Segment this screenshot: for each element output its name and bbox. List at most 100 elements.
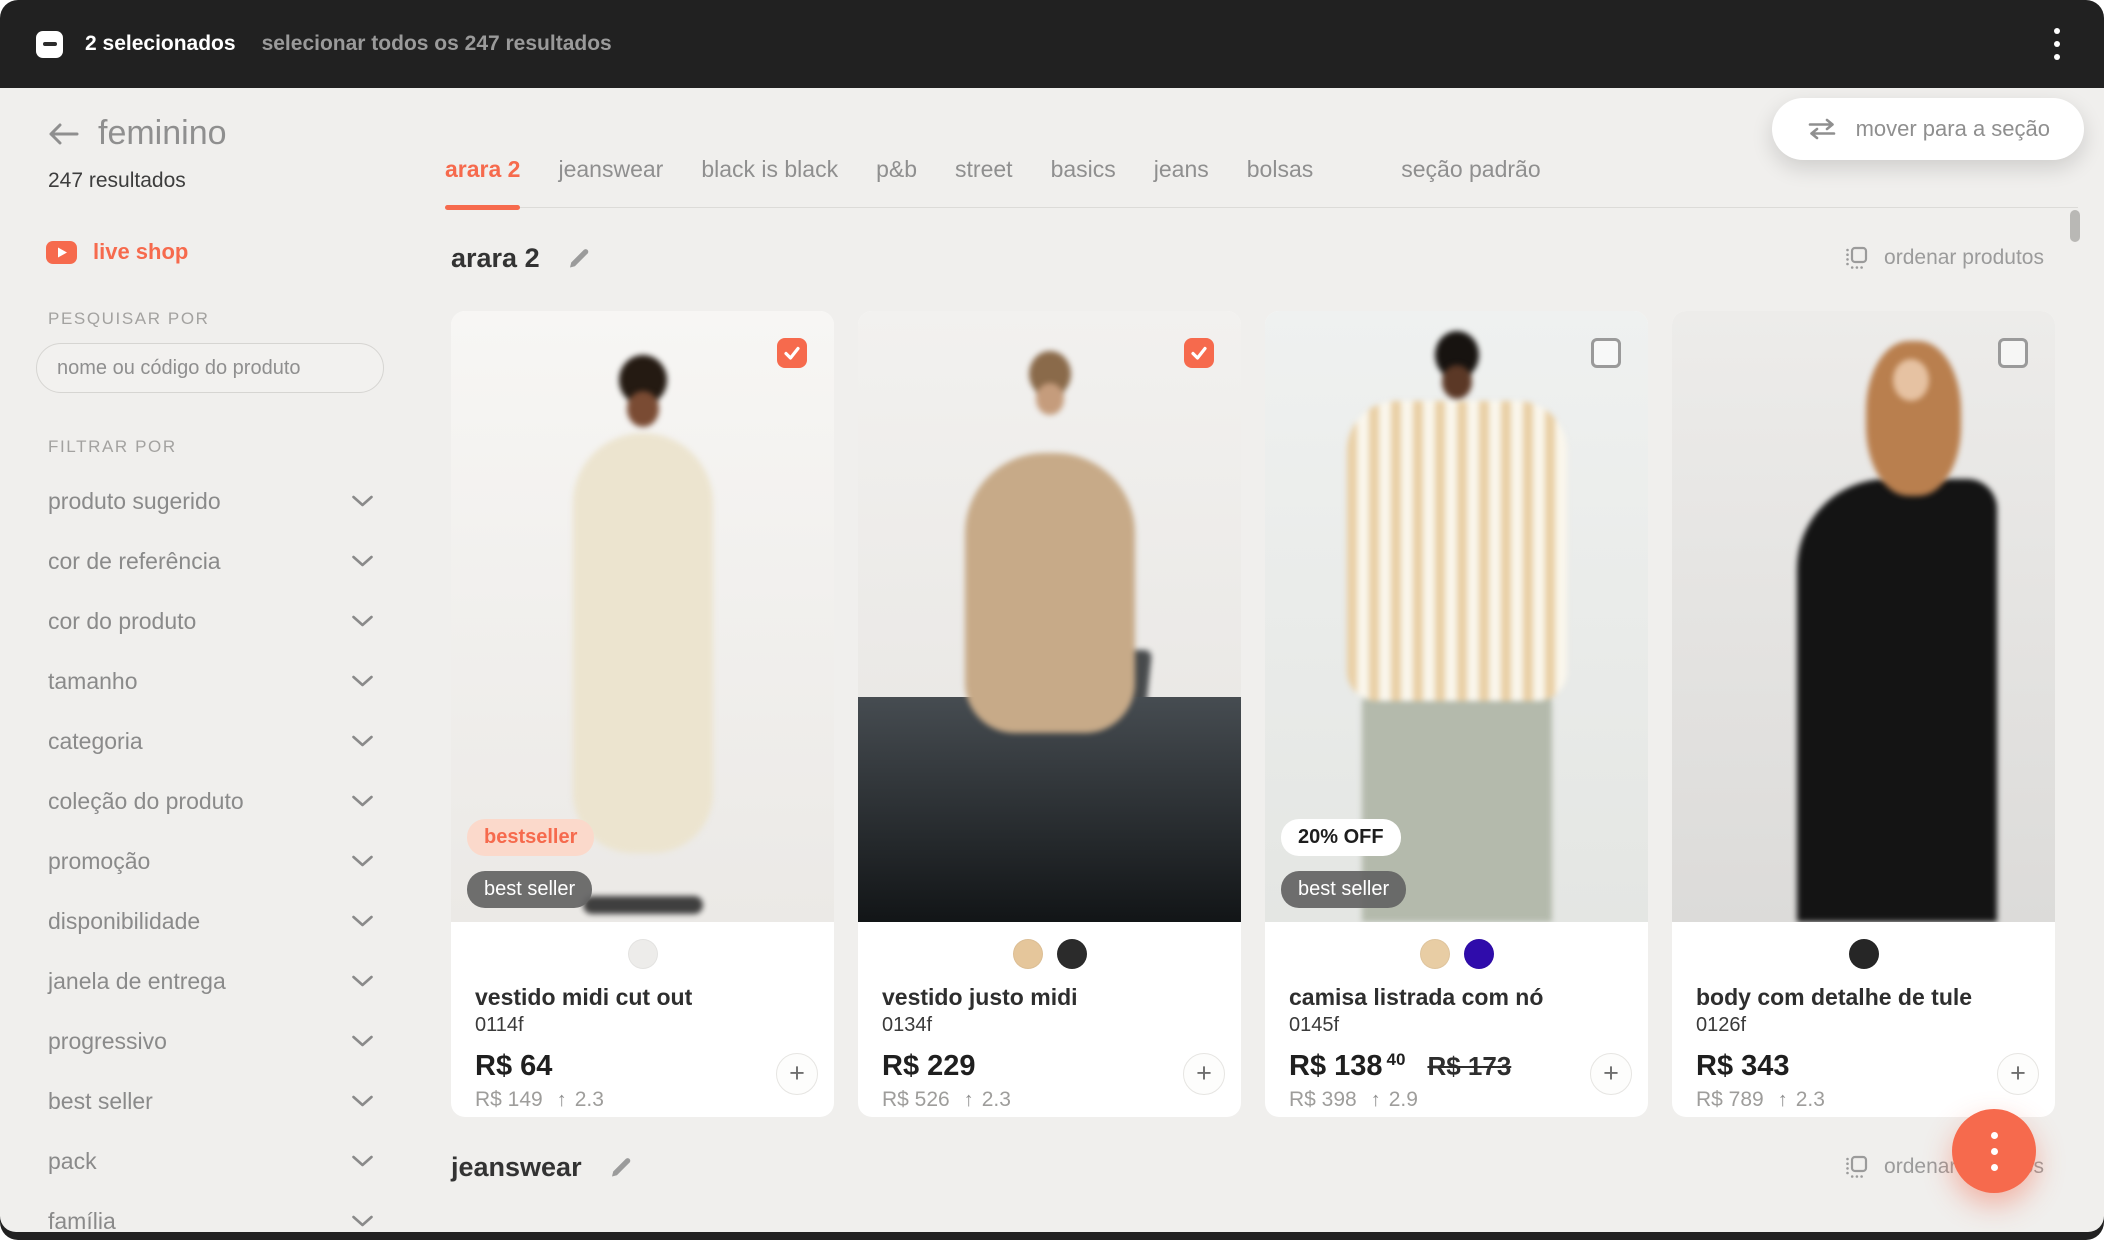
color-swatch[interactable] bbox=[1464, 939, 1494, 969]
product-checkbox[interactable] bbox=[1184, 338, 1214, 368]
filter-tamanho[interactable]: tamanho bbox=[36, 651, 386, 711]
product-code: 0126f bbox=[1696, 1014, 2031, 1037]
add-product-button[interactable]: + bbox=[1590, 1053, 1632, 1095]
live-shop-icon bbox=[46, 241, 77, 264]
add-product-button[interactable]: + bbox=[1997, 1053, 2039, 1095]
filter-section-label: FILTRAR POR bbox=[48, 437, 386, 457]
product-card[interactable]: best sellerbestseller vestido midi cut o… bbox=[451, 311, 834, 1117]
results-count: 247 resultados bbox=[48, 169, 386, 193]
compare-price: R$ 789 bbox=[1696, 1088, 1764, 1112]
product-code: 0134f bbox=[882, 1014, 1217, 1037]
filter-categoria[interactable]: categoria bbox=[36, 711, 386, 771]
filter-label: pack bbox=[48, 1148, 97, 1175]
color-swatch[interactable] bbox=[1420, 939, 1450, 969]
growth-value: 2.3 bbox=[1796, 1088, 1825, 1112]
product-info: body com detalhe de tule 0126f R$ 343 R$… bbox=[1672, 922, 2055, 1117]
chevron-down-icon bbox=[351, 914, 374, 928]
product-card[interactable]: body com detalhe de tule 0126f R$ 343 R$… bbox=[1672, 311, 2055, 1117]
select-all-checkbox[interactable] bbox=[36, 31, 63, 58]
indeterminate-minus-icon bbox=[43, 42, 57, 46]
chevron-down-icon bbox=[351, 1154, 374, 1168]
filter-janela-de-entrega[interactable]: janela de entrega bbox=[36, 951, 386, 1011]
product-code: 0114f bbox=[475, 1014, 810, 1037]
product-checkbox[interactable] bbox=[777, 338, 807, 368]
swap-icon bbox=[1806, 118, 1838, 140]
badge-list: best seller20% OFF bbox=[1281, 819, 1406, 908]
move-to-section-button[interactable]: mover para a seção bbox=[1772, 98, 2084, 160]
app-window: 2 selecionados selecionar todos os 247 r… bbox=[0, 0, 2104, 1240]
badge-list: best sellerbestseller bbox=[467, 819, 594, 908]
product-name: vestido justo midi bbox=[882, 984, 1217, 1011]
filter-cor-de-refer-ncia[interactable]: cor de referência bbox=[36, 531, 386, 591]
product-card[interactable]: best seller20% OFF camisa listrada com n… bbox=[1265, 311, 1648, 1117]
filter-pack[interactable]: pack bbox=[36, 1131, 386, 1191]
product-name: camisa listrada com nó bbox=[1289, 984, 1624, 1011]
product-checkbox[interactable] bbox=[1591, 338, 1621, 368]
main-content: arara 2jeanswearblack is blackp&bstreetb… bbox=[420, 88, 2104, 1232]
more-actions-fab[interactable] bbox=[1952, 1109, 2036, 1193]
filter-list: produto sugeridocor de referência cor do … bbox=[36, 471, 386, 1232]
tab-arara-2[interactable]: arara 2 bbox=[445, 88, 520, 207]
badge-bestseller: bestseller bbox=[467, 819, 594, 856]
add-product-button[interactable]: + bbox=[776, 1053, 818, 1095]
live-shop-button[interactable]: live shop bbox=[46, 239, 386, 265]
filter-label: progressivo bbox=[48, 1028, 167, 1055]
chevron-down-icon bbox=[351, 554, 374, 568]
product-info: camisa listrada com nó 0145f R$ 138 40 R… bbox=[1265, 922, 1648, 1117]
filter-label: cor do produto bbox=[48, 608, 196, 635]
compare-price-row: R$ 526 ↑ 2.3 bbox=[882, 1088, 1217, 1112]
chevron-down-icon bbox=[351, 1094, 374, 1108]
topbar-menu-icon[interactable] bbox=[2046, 20, 2068, 68]
tab-jeanswear[interactable]: jeanswear bbox=[558, 88, 663, 207]
tab-basics[interactable]: basics bbox=[1051, 88, 1116, 207]
arrow-up-icon: ↑ bbox=[964, 1089, 974, 1112]
color-swatch[interactable] bbox=[1057, 939, 1087, 969]
filter-label: best seller bbox=[48, 1088, 153, 1115]
tab-bolsas[interactable]: bolsas bbox=[1247, 88, 1313, 207]
tab-street[interactable]: street bbox=[955, 88, 1013, 207]
filter-promo-o[interactable]: promoção bbox=[36, 831, 386, 891]
edit-section-icon[interactable] bbox=[566, 245, 592, 271]
chevron-down-icon bbox=[351, 854, 374, 868]
filter-disponibilidade[interactable]: disponibilidade bbox=[36, 891, 386, 951]
tab-black-is-black[interactable]: black is black bbox=[701, 88, 838, 207]
filter-best-seller[interactable]: best seller bbox=[36, 1071, 386, 1131]
filter-progressivo[interactable]: progressivo bbox=[36, 1011, 386, 1071]
color-swatch[interactable] bbox=[1013, 939, 1043, 969]
tab-p-b[interactable]: p&b bbox=[876, 88, 917, 207]
compare-price-row: R$ 789 ↑ 2.3 bbox=[1696, 1088, 2031, 1112]
badge-best-seller: best seller bbox=[1281, 871, 1406, 908]
filter-produto-sugerido[interactable]: produto sugerido bbox=[36, 471, 386, 531]
tab-jeans[interactable]: jeans bbox=[1154, 88, 1209, 207]
order-products-button[interactable]: ordenar produtos bbox=[1844, 245, 2044, 271]
growth-value: 2.9 bbox=[1389, 1088, 1418, 1112]
product-checkbox[interactable] bbox=[1998, 338, 2028, 368]
select-all-results-link[interactable]: selecionar todos os 247 resultados bbox=[262, 32, 612, 56]
section-title: arara 2 bbox=[451, 243, 540, 274]
product-price: R$ 138 bbox=[1289, 1050, 1383, 1083]
product-card[interactable]: vestido justo midi 0134f R$ 229 R$ 526 ↑… bbox=[858, 311, 1241, 1117]
scrollbar-thumb[interactable] bbox=[2070, 210, 2080, 242]
search-section-label: PESQUISAR POR bbox=[48, 309, 386, 329]
chevron-down-icon bbox=[351, 674, 374, 688]
add-product-button[interactable]: + bbox=[1183, 1053, 1225, 1095]
product-photo: best seller20% OFF bbox=[1265, 311, 1648, 922]
tab-se-o-padr-o[interactable]: seção padrão bbox=[1401, 88, 1540, 207]
app-body: feminino 247 resultados live shop PESQUI… bbox=[0, 88, 2104, 1232]
back-arrow-icon[interactable] bbox=[46, 121, 82, 147]
order-products-icon bbox=[1844, 245, 1870, 271]
price-row: R$ 138 40 R$ 173 bbox=[1289, 1050, 1624, 1083]
filter-cor-do-produto[interactable]: cor do produto bbox=[36, 591, 386, 651]
search-input[interactable] bbox=[36, 343, 384, 393]
color-swatch[interactable] bbox=[1849, 939, 1879, 969]
edit-section-icon[interactable] bbox=[608, 1154, 634, 1180]
chevron-down-icon bbox=[351, 494, 374, 508]
color-swatch[interactable] bbox=[628, 939, 658, 969]
filter-cole-o-do-produto[interactable]: coleção do produto bbox=[36, 771, 386, 831]
product-photo bbox=[858, 311, 1241, 922]
filter-fam-lia[interactable]: família bbox=[36, 1191, 386, 1232]
product-price: R$ 64 bbox=[475, 1050, 552, 1083]
arrow-up-icon: ↑ bbox=[557, 1089, 567, 1112]
compare-price-row: R$ 398 ↑ 2.9 bbox=[1289, 1088, 1624, 1112]
product-photo bbox=[1672, 311, 2055, 922]
